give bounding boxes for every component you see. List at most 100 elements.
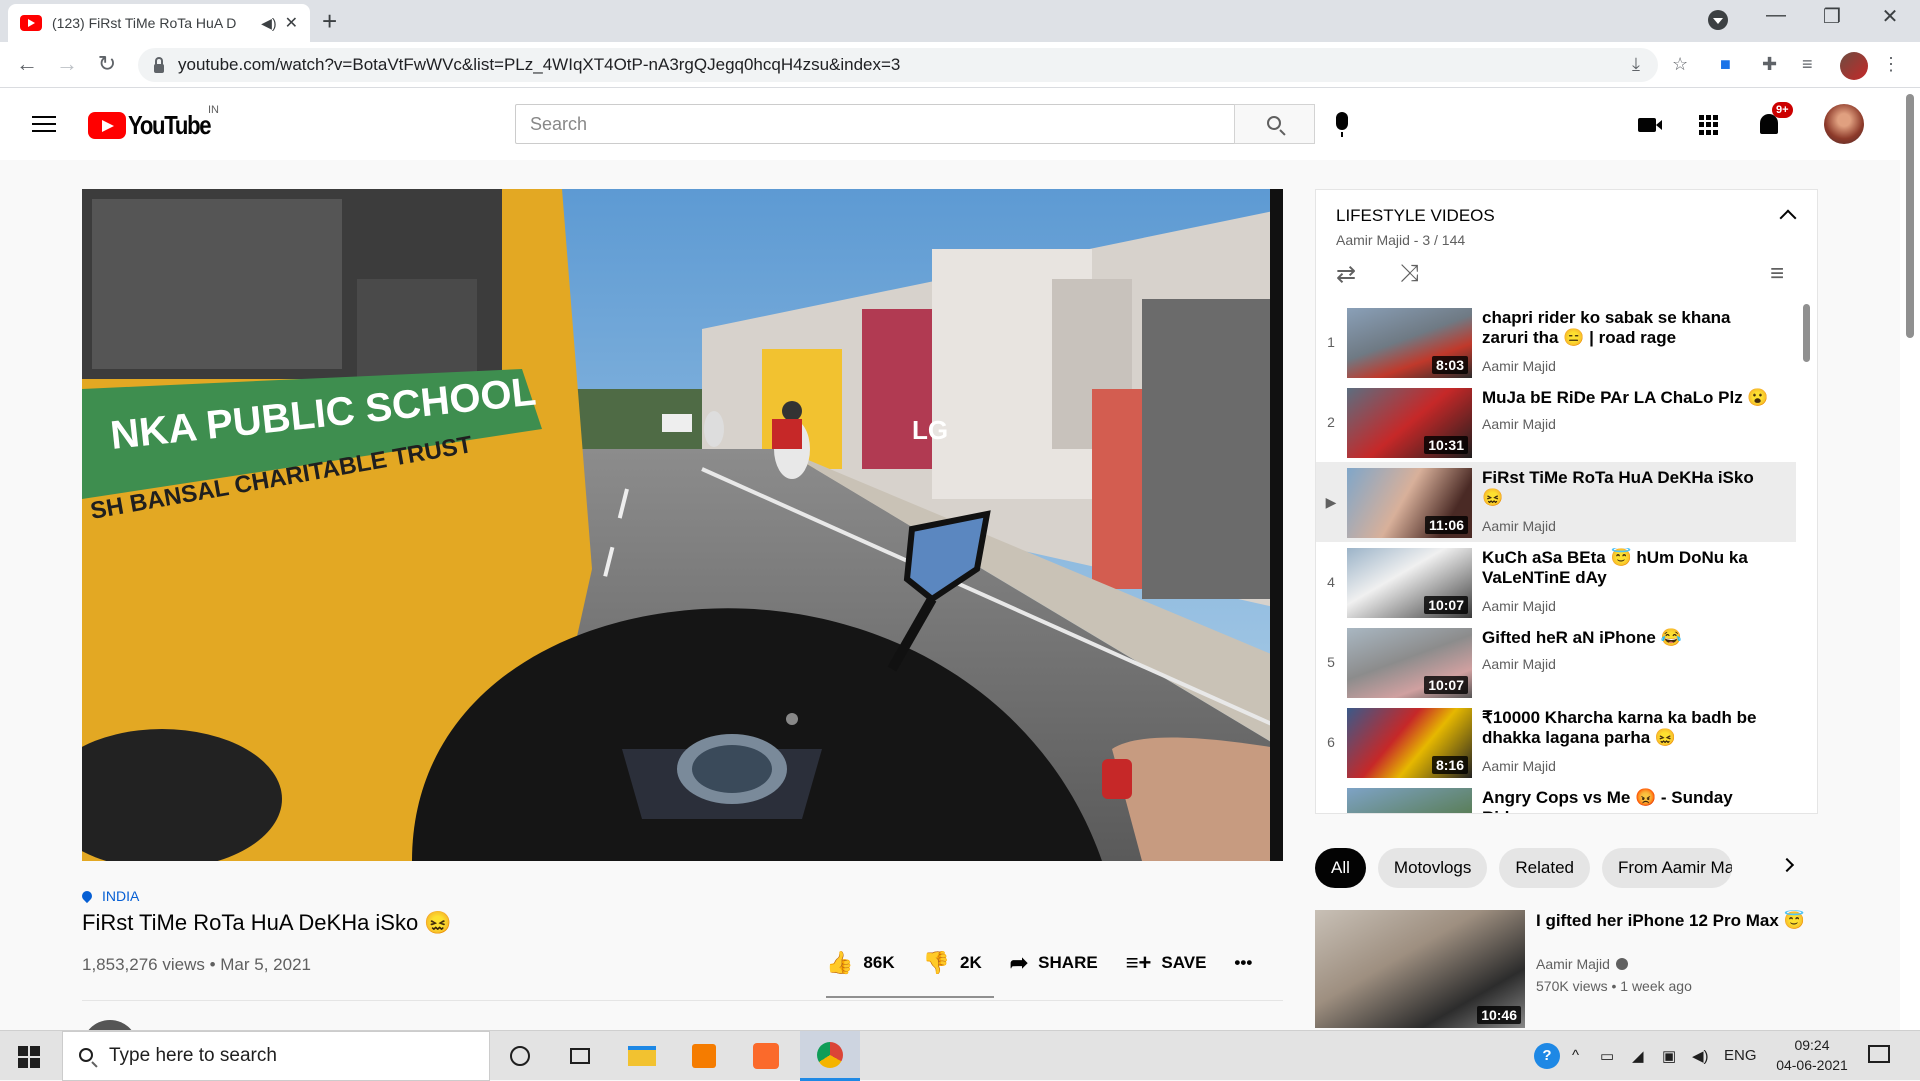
duration-badge: 10:31 bbox=[1424, 436, 1468, 454]
menu-icon[interactable] bbox=[32, 116, 56, 137]
playlist-items: 1 8:03 chapri rider ko sabak se khana za… bbox=[1316, 302, 1796, 813]
recommended-channel[interactable]: Aamir Majid bbox=[1536, 956, 1628, 972]
recommended-title[interactable]: I gifted her iPhone 12 Pro Max 😇 bbox=[1536, 910, 1806, 931]
save-button[interactable]: ≡+ SAVE bbox=[1126, 950, 1207, 976]
browser-tab[interactable]: (123) FiRst TiMe RoTa HuA D ◀) ✕ bbox=[8, 4, 310, 42]
reload-icon[interactable]: ↻ bbox=[92, 50, 122, 78]
task-view-icon[interactable] bbox=[550, 1031, 610, 1081]
microphone-icon[interactable] bbox=[1336, 112, 1348, 137]
chrome-menu-icon[interactable]: ⋮ bbox=[1882, 54, 1900, 75]
video-views-date: 1,853,276 views • Mar 5, 2021 bbox=[82, 955, 311, 974]
playlist-item-title: chapri rider ko sabak se khana zaruri th… bbox=[1482, 308, 1731, 347]
playlist-item-title: Gifted heR aN iPhone 😂 bbox=[1482, 628, 1682, 647]
duration-badge: 8:03 bbox=[1431, 356, 1468, 374]
playlist-scrollbar[interactable] bbox=[1803, 304, 1810, 362]
playlist-thumbnail: 8:03 bbox=[1347, 308, 1472, 378]
forward-arrow-icon[interactable]: → bbox=[52, 50, 82, 78]
cortana-icon[interactable] bbox=[490, 1031, 550, 1081]
clock[interactable]: 09:24 04-06-2021 bbox=[1762, 1035, 1862, 1075]
playlist-item-current[interactable]: ▶ 11:06 FiRst TiMe RoTa HuA DeKHa iSko 😖… bbox=[1316, 462, 1796, 542]
language-indicator[interactable]: ENG bbox=[1724, 1047, 1757, 1064]
recommended-thumbnail[interactable]: 10:46 bbox=[1315, 910, 1525, 1028]
audio-playing-icon[interactable]: ◀) bbox=[261, 15, 276, 32]
playlist-title[interactable]: LIFESTYLE VIDEOS bbox=[1336, 206, 1495, 226]
collapse-chevron-icon[interactable] bbox=[1779, 209, 1797, 227]
apps-grid-icon[interactable] bbox=[1699, 115, 1719, 135]
help-icon[interactable]: ? bbox=[1534, 1043, 1560, 1069]
playlist-item[interactable]: 5 10:07 Gifted heR aN iPhone 😂 Aamir Maj… bbox=[1316, 622, 1796, 702]
page-scrollbar[interactable] bbox=[1900, 88, 1920, 1030]
playlist-thumbnail: 10:31 bbox=[1347, 388, 1472, 458]
windows-taskbar: Type here to search ? ^ ▭ ◢ ▣ ◀) ENG 09:… bbox=[0, 1030, 1920, 1081]
share-button[interactable]: ➦ SHARE bbox=[1010, 950, 1098, 976]
restore-button[interactable]: ❐ bbox=[1812, 4, 1852, 29]
playlist-thumbnail bbox=[1347, 788, 1472, 813]
playlist-item-title: ₹10000 Kharcha karna ka badh be dhakka l… bbox=[1482, 708, 1757, 747]
install-icon[interactable]: ⤓ bbox=[1632, 54, 1640, 75]
vpn-icon[interactable]: ▣ bbox=[1662, 1047, 1676, 1065]
more-actions-button[interactable]: ••• bbox=[1234, 953, 1252, 973]
thumbs-down-icon: 👎 bbox=[922, 950, 950, 975]
search-input[interactable]: Search bbox=[515, 104, 1315, 144]
chevron-right-icon[interactable] bbox=[1779, 857, 1795, 873]
bookmark-star-icon[interactable]: ☆ bbox=[1672, 54, 1688, 75]
chip-from-channel[interactable]: From Aamir Ma bbox=[1602, 848, 1732, 888]
battery-icon[interactable]: ▭ bbox=[1600, 1047, 1614, 1065]
chip-all[interactable]: All bbox=[1315, 848, 1366, 888]
reading-list-icon[interactable]: ≡ bbox=[1802, 54, 1813, 75]
playlist-item[interactable]: 6 8:16 ₹10000 Kharcha karna ka badh be d… bbox=[1316, 702, 1796, 782]
minimize-button[interactable]: — bbox=[1756, 4, 1796, 27]
lock-icon[interactable] bbox=[154, 56, 164, 73]
tray-chevron-up-icon[interactable]: ^ bbox=[1572, 1047, 1579, 1064]
dislike-button[interactable]: 👎 2K bbox=[923, 950, 982, 976]
tab-search-icon[interactable] bbox=[1708, 10, 1728, 30]
clock-date: 04-06-2021 bbox=[1776, 1057, 1848, 1073]
back-arrow-icon[interactable]: ← bbox=[12, 50, 42, 78]
shuffle-icon[interactable]: ⤨ bbox=[1400, 260, 1419, 288]
country-code: IN bbox=[208, 104, 219, 116]
now-playing-icon: ▶ bbox=[1325, 494, 1337, 510]
tab-title: (123) FiRst TiMe RoTa HuA D bbox=[52, 15, 237, 31]
wifi-icon[interactable]: ◢ bbox=[1632, 1047, 1644, 1065]
loop-icon[interactable]: ⇄ bbox=[1336, 260, 1356, 289]
windows-start-icon[interactable] bbox=[18, 1046, 40, 1068]
new-tab-button[interactable]: + bbox=[322, 6, 337, 36]
address-bar[interactable]: youtube.com/watch?v=BotaVtFwWVc&list=PLz… bbox=[138, 48, 1658, 82]
close-window-button[interactable]: ✕ bbox=[1870, 4, 1910, 29]
playlist-item[interactable]: 1 8:03 chapri rider ko sabak se khana za… bbox=[1316, 302, 1796, 382]
search-button[interactable] bbox=[1234, 104, 1315, 144]
like-button[interactable]: 👍 86K bbox=[826, 950, 895, 976]
playlist-panel: LIFESTYLE VIDEOS Aamir Majid - 3 / 144 ⇄… bbox=[1315, 189, 1818, 814]
volume-icon[interactable]: ◀) bbox=[1692, 1047, 1709, 1065]
playlist-item[interactable]: 7 Angry Cops vs Me 😡 - Sunday Ride bbox=[1316, 782, 1796, 813]
chip-related[interactable]: Related bbox=[1499, 848, 1590, 888]
playlist-thumbnail: 11:06 bbox=[1347, 468, 1472, 538]
duration-badge: 10:07 bbox=[1424, 596, 1468, 614]
taskbar-search-input[interactable]: Type here to search bbox=[62, 1031, 490, 1081]
playlist-item[interactable]: 4 10:07 KuCh aSa BEta 😇 hUm DoNu ka VaLe… bbox=[1316, 542, 1796, 622]
tab-close-icon[interactable]: ✕ bbox=[285, 13, 298, 33]
browser-toolbar: ← → ↻ youtube.com/watch?v=BotaVtFwWVc&li… bbox=[0, 42, 1920, 88]
like-count: 86K bbox=[863, 953, 895, 972]
chip-motovlogs[interactable]: Motovlogs bbox=[1377, 848, 1488, 888]
xampp-icon[interactable] bbox=[736, 1031, 796, 1081]
user-avatar[interactable] bbox=[1824, 104, 1864, 144]
create-video-icon[interactable] bbox=[1638, 118, 1662, 132]
notification-center-icon[interactable] bbox=[1868, 1045, 1890, 1063]
location-tag[interactable]: INDIA bbox=[79, 888, 139, 904]
chrome-profile-avatar[interactable] bbox=[1840, 52, 1868, 80]
playlist-item-title: KuCh aSa BEta 😇 hUm DoNu ka VaLeNTinE dA… bbox=[1482, 548, 1748, 587]
youtube-logo[interactable]: YouTube IN bbox=[88, 104, 225, 141]
scrollbar-thumb[interactable] bbox=[1906, 94, 1914, 338]
more-icon: ••• bbox=[1234, 953, 1253, 972]
video-player[interactable]: LG NKA PUBLIC SCHOOL SH BANSAL CHARITABL… bbox=[82, 189, 1283, 861]
extension-icon[interactable]: ■ bbox=[1720, 54, 1731, 75]
video-actions: 👍 86K 👎 2K ➦ SHARE ≡+ SAVE ••• bbox=[826, 950, 1280, 976]
playlist-menu-icon[interactable]: ≡ bbox=[1770, 260, 1784, 288]
file-explorer-icon[interactable] bbox=[612, 1031, 672, 1081]
playlist-item[interactable]: 2 10:31 MuJa bE RiDe PAr LA ChaLo Plz 😮 … bbox=[1316, 382, 1796, 462]
extensions-puzzle-icon[interactable]: ✚ bbox=[1762, 54, 1777, 75]
sublime-text-icon[interactable] bbox=[674, 1031, 734, 1081]
chrome-taskbar-icon[interactable] bbox=[800, 1031, 860, 1081]
playlist-item-index: 2 bbox=[1327, 414, 1335, 430]
